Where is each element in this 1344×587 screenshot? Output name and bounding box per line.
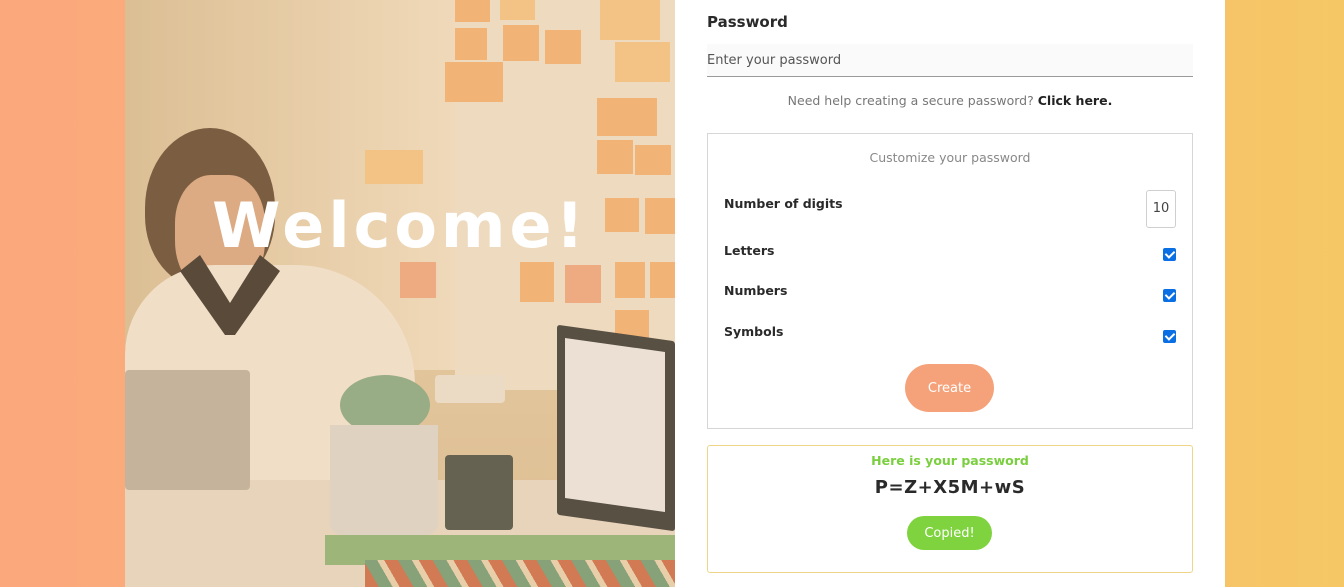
generated-password: P=Z+X5M+wS (874, 477, 1026, 498)
digits-label: Number of digits (724, 196, 843, 211)
help-link[interactable]: Click here. (1038, 93, 1113, 108)
digits-input[interactable]: 10 (1146, 190, 1176, 228)
numbers-label: Numbers (724, 283, 788, 298)
password-input[interactable] (707, 44, 1193, 77)
welcome-heading: Welcome! (212, 189, 588, 262)
result-box: Here is your password P=Z+X5M+wS Copied! (707, 445, 1193, 573)
symbols-checkbox[interactable] (1163, 330, 1176, 343)
letters-label: Letters (724, 243, 775, 258)
customize-title: Customize your password (869, 150, 1031, 165)
hero-image: Welcome! (125, 0, 675, 587)
numbers-checkbox[interactable] (1163, 289, 1176, 302)
customize-box: Customize your password Number of digits… (707, 133, 1193, 429)
help-text: Need help creating a secure password? Cl… (707, 93, 1193, 108)
symbols-label: Symbols (724, 324, 784, 339)
password-label: Password (707, 13, 788, 31)
copied-button[interactable]: Copied! (907, 516, 992, 550)
result-title: Here is your password (871, 453, 1029, 468)
help-text-label: Need help creating a secure password? (787, 93, 1034, 108)
letters-checkbox[interactable] (1163, 248, 1176, 261)
create-button[interactable]: Create (905, 364, 994, 412)
password-panel: Password Need help creating a secure pas… (675, 0, 1225, 587)
image-tint-overlay (125, 0, 675, 587)
